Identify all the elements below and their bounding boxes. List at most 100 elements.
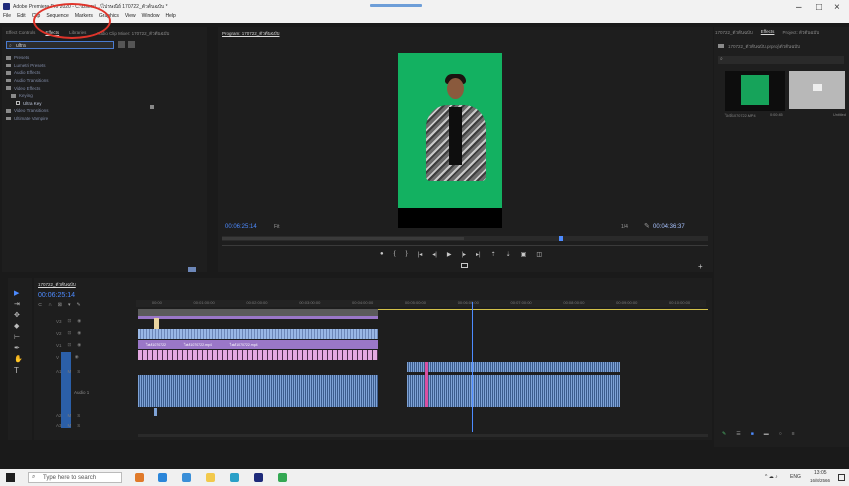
razor-tool-icon[interactable]: ◆ bbox=[14, 322, 19, 330]
tab-audio-clip-mixer[interactable]: Audio Clip Mixer: 170722_ตัวต้นฉบับ bbox=[96, 30, 169, 36]
audio-clip-small[interactable] bbox=[154, 408, 157, 416]
add-button-icon[interactable]: + bbox=[698, 262, 703, 271]
extract-icon[interactable]: ⇣ bbox=[506, 251, 511, 258]
nest-icon[interactable]: ⊂ bbox=[38, 302, 42, 308]
clip-top-right[interactable] bbox=[407, 362, 620, 372]
project-item-thumbnail-1[interactable] bbox=[725, 71, 785, 111]
list-view-icon[interactable]: ☰ bbox=[736, 431, 740, 437]
maximize-button[interactable]: □ bbox=[816, 2, 822, 13]
project-search-input[interactable]: ⌕ bbox=[718, 56, 844, 64]
menu-edit[interactable]: Edit bbox=[17, 13, 26, 19]
new-bin-icon[interactable] bbox=[118, 41, 125, 48]
step-forward-icon[interactable]: |▸ bbox=[461, 251, 466, 258]
zoom-bar[interactable] bbox=[222, 245, 708, 249]
clip-pink[interactable] bbox=[138, 350, 378, 360]
effects-search-input[interactable]: ⌕ ultra bbox=[6, 41, 114, 49]
language-indicator[interactable]: ENG bbox=[790, 474, 801, 480]
track-header-a1[interactable]: A1 M S bbox=[36, 366, 134, 376]
selection-tool-icon[interactable]: ▶ bbox=[14, 289, 19, 297]
compare-icon[interactable]: ◫ bbox=[536, 251, 542, 258]
track-header-v0[interactable]: V⊡◉ bbox=[36, 352, 134, 362]
playhead-marker[interactable] bbox=[559, 236, 563, 241]
pencil-icon[interactable]: ✎ bbox=[722, 431, 726, 437]
audio-clip-right[interactable] bbox=[407, 375, 620, 407]
tree-item-video-transitions[interactable]: Video Transitions bbox=[6, 107, 49, 115]
premiere-taskbar-icon[interactable] bbox=[254, 473, 263, 482]
clock-date[interactable]: 16/8/2566 bbox=[810, 478, 830, 483]
track-header-v3[interactable]: V3 ⊡ ◉ bbox=[36, 316, 134, 326]
snap-icon[interactable]: ∩ bbox=[48, 302, 52, 308]
workspace-tab-indicator[interactable] bbox=[370, 4, 422, 7]
menu-window[interactable]: Window bbox=[142, 13, 160, 19]
tree-item-keying[interactable]: Keying bbox=[6, 92, 49, 100]
mark-out-icon[interactable]: } bbox=[406, 251, 408, 258]
pen-tool-icon[interactable]: ✒ bbox=[14, 344, 20, 352]
ripple-edit-tool-icon[interactable]: ✥ bbox=[14, 311, 20, 319]
store-icon[interactable] bbox=[230, 473, 239, 482]
tree-item-ultra-key[interactable]: Ultra Key bbox=[6, 100, 49, 108]
new-custom-bin-icon[interactable] bbox=[128, 41, 135, 48]
monitor-scrub-bar[interactable] bbox=[222, 236, 708, 241]
tree-item-video-effects[interactable]: Video Effects bbox=[6, 84, 49, 92]
audio-clip-left[interactable] bbox=[138, 375, 378, 407]
chrome-icon[interactable] bbox=[278, 473, 287, 482]
tree-item-presets[interactable]: Presets bbox=[6, 54, 49, 62]
track-header-v2[interactable]: V2 ⊡ ◉ bbox=[36, 328, 134, 338]
sort-icon[interactable]: ≡ bbox=[792, 431, 795, 437]
file-explorer-icon[interactable] bbox=[206, 473, 215, 482]
tab-project[interactable]: Project: ตัวต้นฉบับ bbox=[782, 29, 819, 36]
step-back-icon[interactable]: ◂| bbox=[432, 251, 437, 258]
close-button[interactable]: × bbox=[834, 2, 840, 13]
track-select-tool-icon[interactable]: ⇥ bbox=[14, 300, 20, 308]
taskbar-search-input[interactable]: ⌕ Type here to search bbox=[28, 472, 122, 483]
tab-effects-right[interactable]: Effects bbox=[761, 29, 775, 36]
widget-icon[interactable] bbox=[135, 473, 144, 482]
go-to-out-icon[interactable]: ▸| bbox=[476, 251, 481, 258]
task-view-icon[interactable] bbox=[158, 473, 167, 482]
track-header-a2[interactable]: A2 M S bbox=[36, 410, 134, 420]
fit-select[interactable]: Fit bbox=[274, 224, 280, 230]
button-editor-icon[interactable] bbox=[461, 263, 468, 268]
clip-v2[interactable] bbox=[138, 329, 378, 339]
linked-selection-icon[interactable]: ⊠ bbox=[58, 302, 62, 308]
tree-item-audio-effects[interactable]: Audio Effects bbox=[6, 69, 49, 77]
project-item-thumbnail-2[interactable] bbox=[789, 71, 845, 109]
tree-item-lumetri-presets[interactable]: Lumetri Presets bbox=[6, 62, 49, 70]
program-monitor-title[interactable]: Program: 170722_ตัวต้นฉบับ bbox=[222, 30, 280, 36]
zoom-slider[interactable]: ○ bbox=[779, 431, 782, 437]
icon-view-icon[interactable]: ■ bbox=[751, 431, 754, 437]
add-marker-icon[interactable]: ▾ bbox=[68, 302, 71, 308]
menu-file[interactable]: File bbox=[3, 13, 11, 19]
clip-purple-strip[interactable] bbox=[138, 316, 378, 319]
type-tool-icon[interactable]: T bbox=[14, 366, 19, 375]
minimize-button[interactable]: – bbox=[796, 2, 802, 13]
edge-icon[interactable] bbox=[182, 473, 191, 482]
timeline-timecode[interactable]: 00:06:25:14 bbox=[38, 292, 75, 299]
new-item-icon[interactable] bbox=[188, 267, 196, 272]
windows-start-icon[interactable] bbox=[6, 473, 15, 482]
tray-icons[interactable]: ^ ☁ ♪ bbox=[765, 474, 778, 480]
quality-select[interactable]: 1/4 bbox=[621, 224, 628, 230]
wrench-icon[interactable]: ✎ bbox=[644, 222, 650, 230]
slip-tool-icon[interactable]: ⊢ bbox=[14, 333, 20, 341]
track-header-v1[interactable]: V1 ⊡ ◉ bbox=[36, 340, 134, 350]
monitor-current-timecode[interactable]: 00:06:25:14 bbox=[225, 224, 257, 230]
mark-in-icon[interactable]: { bbox=[394, 251, 396, 258]
menu-view[interactable]: View bbox=[125, 13, 136, 19]
clip-v1-purple[interactable]: ไฟล์1070722 ไฟล์1070722.mp4 ไฟล์1070722.mp… bbox=[138, 340, 378, 349]
timeline-ruler[interactable]: 00:00 00:01:00:00 00:02:00:00 00:03:00:0… bbox=[136, 300, 706, 307]
go-to-in-icon[interactable]: |◂ bbox=[418, 251, 423, 258]
add-marker-icon[interactable]: ● bbox=[380, 251, 384, 258]
notification-icon[interactable] bbox=[838, 474, 845, 481]
play-icon[interactable]: ▶ bbox=[447, 251, 452, 258]
tab-sequence[interactable]: 170722_ตัวต้นฉบับ bbox=[38, 281, 76, 287]
timeline-scrollbar[interactable] bbox=[138, 434, 708, 437]
freeform-view-icon[interactable]: ▬ bbox=[764, 431, 769, 437]
work-area-bar[interactable] bbox=[378, 309, 708, 310]
clock-time[interactable]: 13:05 bbox=[814, 470, 827, 476]
tab-effect-controls[interactable]: Effect Controls bbox=[6, 30, 35, 35]
lift-icon[interactable]: ⇡ bbox=[491, 251, 496, 258]
export-frame-icon[interactable]: ▣ bbox=[521, 251, 527, 258]
settings-wrench-icon[interactable]: ✎ bbox=[77, 302, 81, 308]
tree-item-ultimate-vampire[interactable]: Ultimate Vampire bbox=[6, 115, 49, 123]
